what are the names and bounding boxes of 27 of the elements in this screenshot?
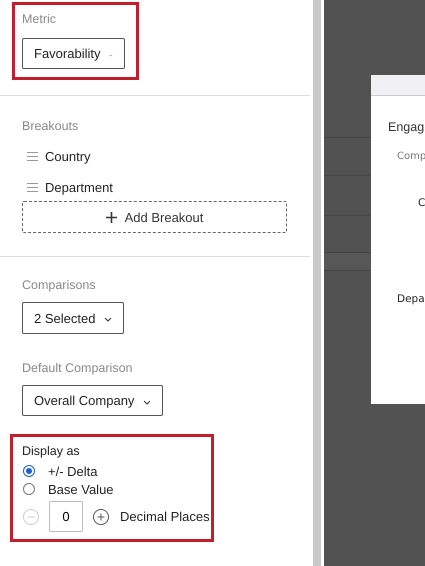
plus-circle-icon[interactable] [93, 508, 109, 524]
breakouts-label: Breakouts [22, 119, 80, 133]
default-comparison-label: Default Comparison [22, 361, 134, 375]
metric-dropdown[interactable]: Favorability [22, 38, 125, 69]
drag-handle-icon[interactable] [27, 183, 38, 192]
decimal-places-field[interactable]: 0 [49, 501, 83, 532]
breakout-item: Department [45, 180, 113, 195]
add-breakout-button[interactable]: Add Breakout [22, 201, 287, 233]
plus-icon [106, 212, 117, 222]
chevron-down-icon [104, 317, 112, 322]
radio-button[interactable] [23, 465, 35, 477]
metric-label: Metric [22, 12, 58, 26]
decimal-places-label: Decimal Places [120, 509, 210, 524]
preview-row-label: C [418, 197, 425, 209]
breakout-item: Country [45, 149, 91, 164]
comparisons-label: Comparisons [22, 278, 97, 292]
chevron-down-icon [143, 400, 152, 404]
display-as-label: Display as [22, 444, 81, 458]
drag-handle-icon[interactable] [27, 152, 38, 161]
radio-label: Base Value [48, 482, 114, 496]
preview-title: Engag [388, 120, 425, 134]
radio-label: +/- Delta [48, 464, 98, 478]
comparisons-dropdown[interactable]: 2 Selected [22, 302, 124, 334]
default-comparison-dropdown[interactable]: Overall Company [22, 385, 164, 416]
scrollbar[interactable] [313, 0, 321, 566]
radio-button[interactable] [23, 483, 35, 495]
preview-row-label: Depa [397, 293, 425, 305]
